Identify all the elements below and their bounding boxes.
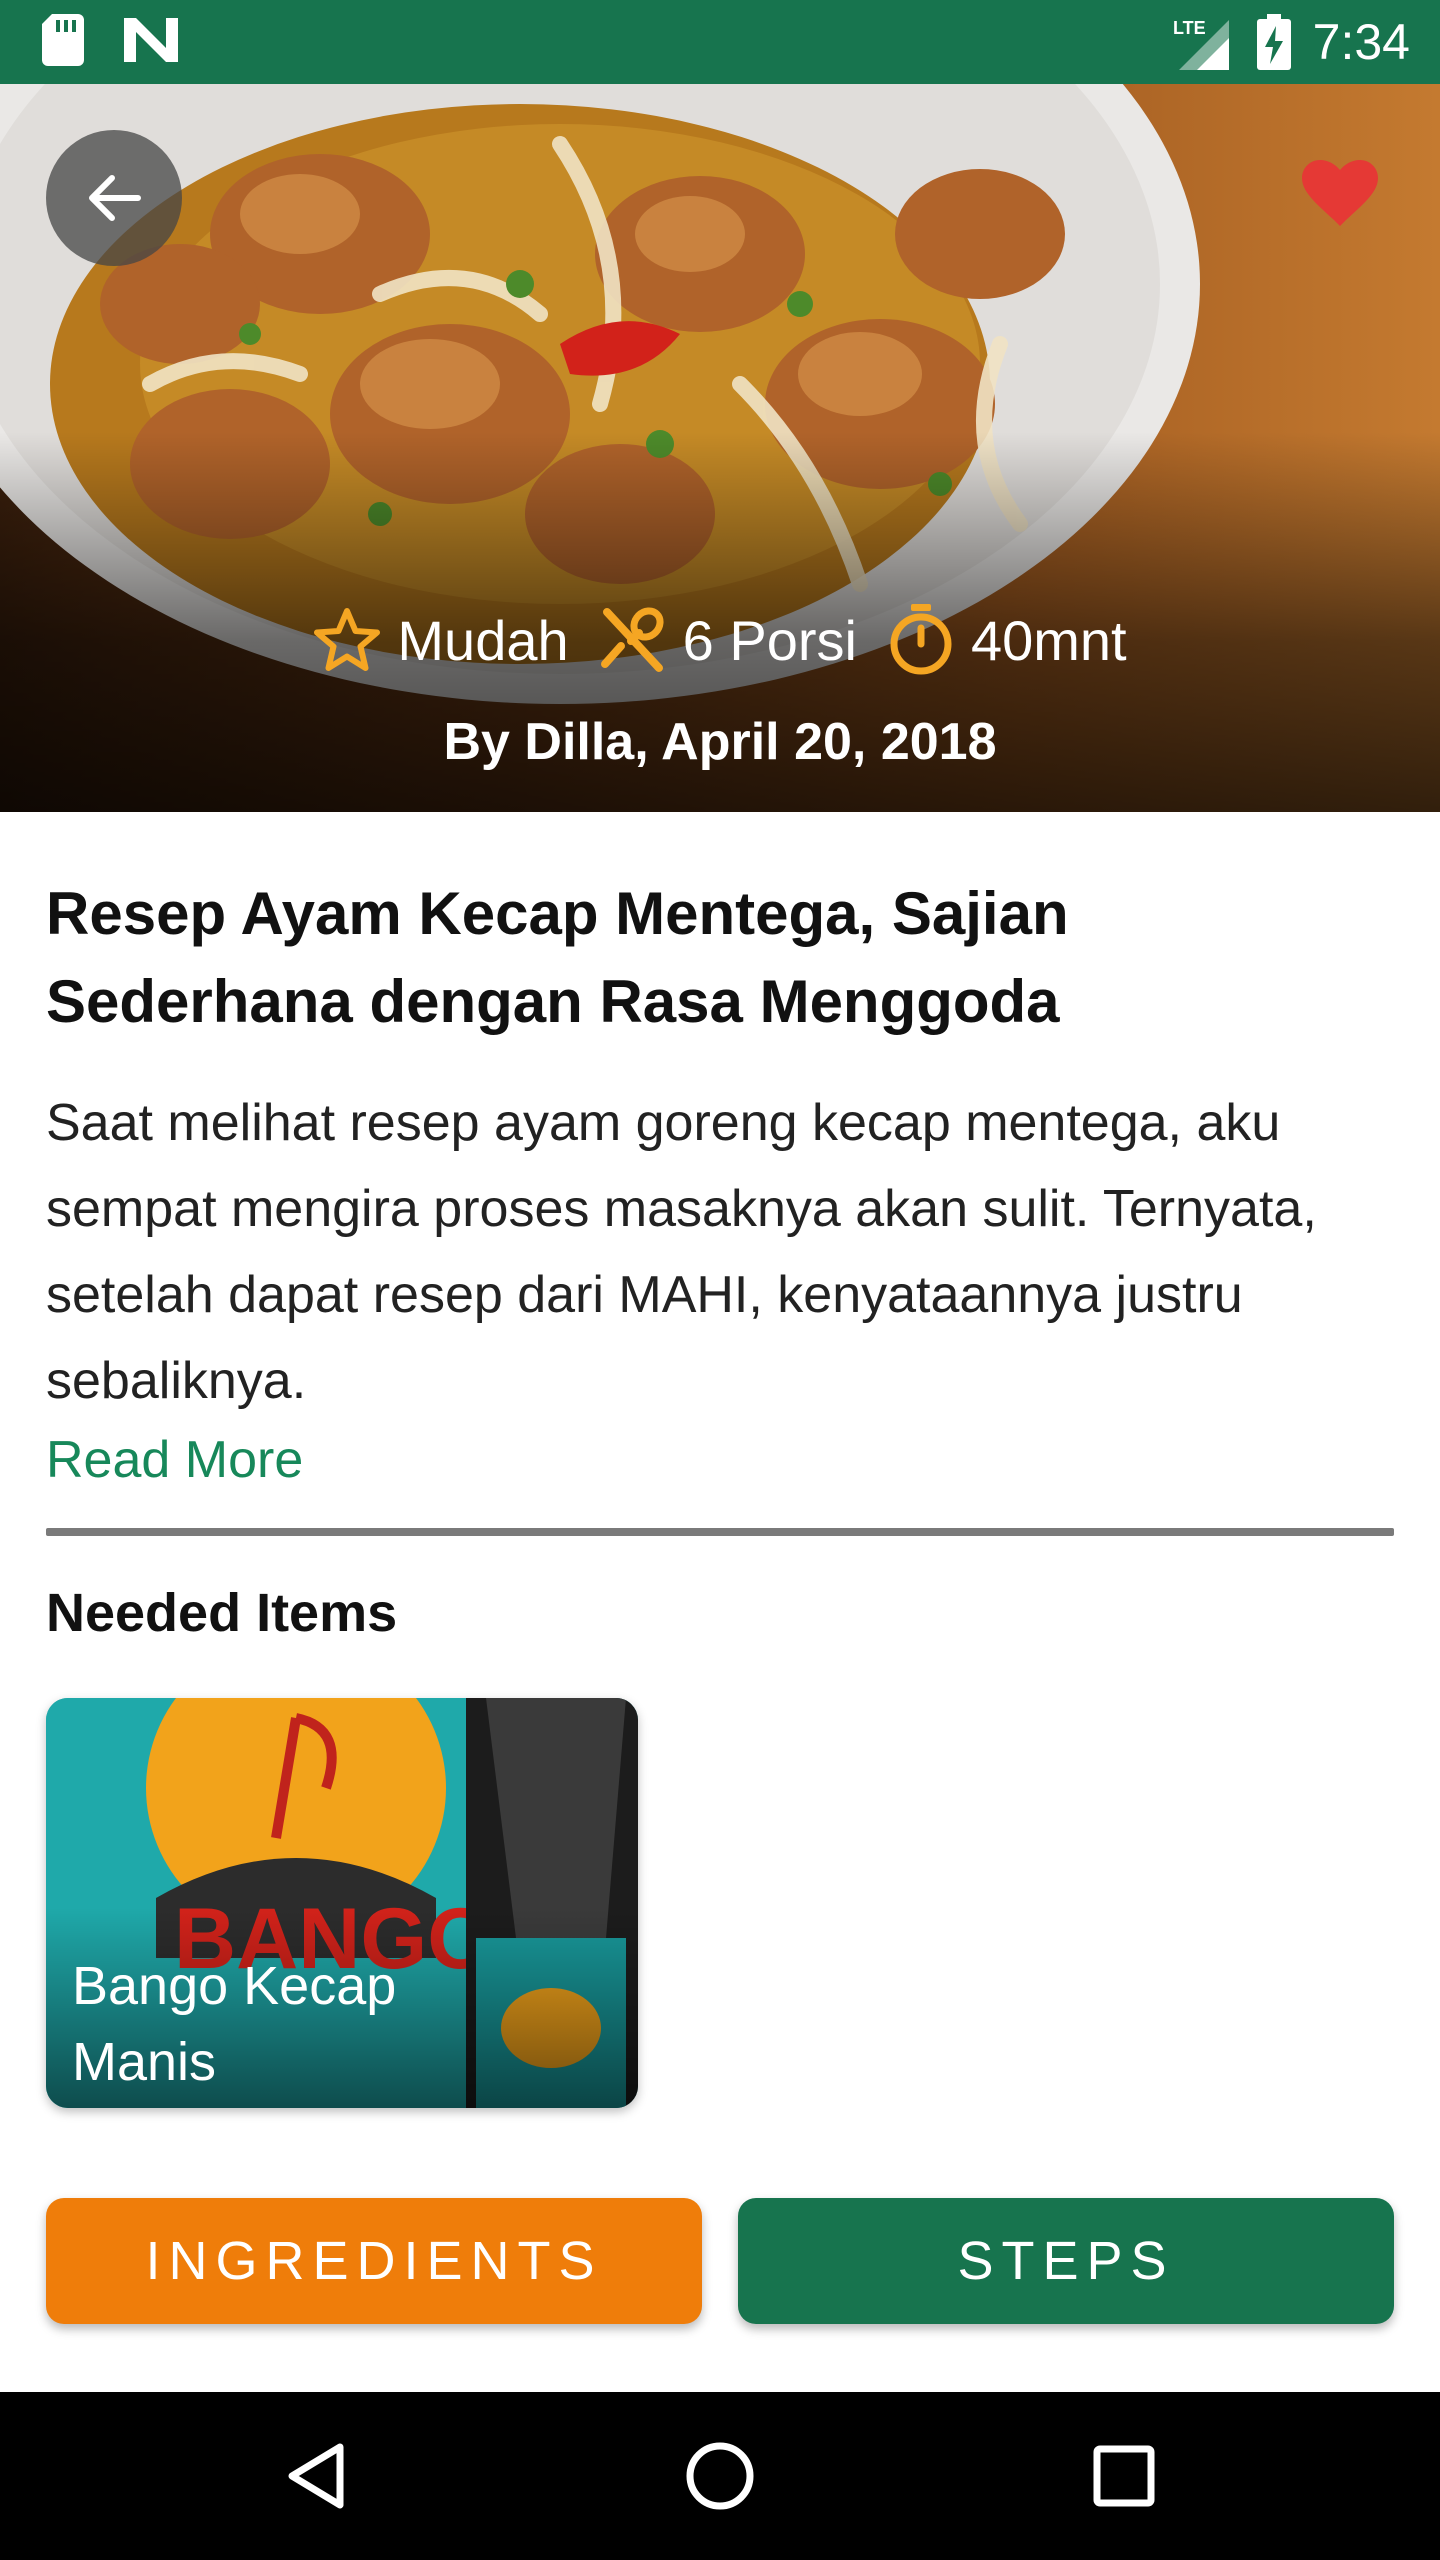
n-notification-icon bbox=[124, 18, 178, 62]
circle-home-icon bbox=[686, 2442, 754, 2510]
nav-home-button[interactable] bbox=[678, 2434, 762, 2518]
difficulty: Mudah bbox=[313, 607, 569, 673]
back-button[interactable] bbox=[46, 130, 182, 266]
svg-text:LTE: LTE bbox=[1173, 18, 1206, 38]
arrow-left-icon bbox=[89, 175, 141, 221]
difficulty-label: Mudah bbox=[397, 608, 569, 672]
nav-recents-button[interactable] bbox=[1082, 2434, 1166, 2518]
square-recents-icon bbox=[1093, 2445, 1155, 2507]
servings-label: 6 Porsi bbox=[682, 608, 857, 672]
cook-time-label: 40mnt bbox=[970, 608, 1127, 672]
needed-item-card[interactable]: BANGO Bango Kecap Manis bbox=[46, 1698, 638, 2108]
steps-button[interactable]: STEPS bbox=[738, 2198, 1394, 2324]
favorite-button[interactable] bbox=[1300, 154, 1380, 234]
section-divider bbox=[46, 1528, 1394, 1536]
status-system: LTE 7:34 bbox=[1173, 10, 1410, 74]
servings: 6 Porsi bbox=[599, 606, 857, 674]
heart-icon bbox=[1302, 160, 1378, 226]
battery-charging-icon bbox=[1256, 14, 1291, 70]
star-icon bbox=[314, 608, 381, 671]
cook-time: 40mnt bbox=[887, 604, 1127, 676]
needed-items-heading: Needed Items bbox=[46, 1583, 398, 1643]
status-bar: LTE 7:34 bbox=[0, 0, 1440, 84]
sd-card-icon bbox=[42, 14, 84, 66]
recipe-title: Resep Ayam Kecap Mentega, Sajian Sederha… bbox=[46, 880, 1069, 1035]
read-more-link[interactable]: Read More bbox=[46, 1424, 303, 1496]
signal-lte-icon: LTE bbox=[1173, 18, 1229, 70]
status-notifications bbox=[42, 14, 178, 66]
triangle-back-icon bbox=[288, 2443, 344, 2509]
timer-icon bbox=[890, 604, 952, 675]
recipe-description: Saat melihat resep ayam goreng kecap men… bbox=[46, 1094, 1317, 1410]
ingredients-button[interactable]: INGREDIENTS bbox=[46, 2198, 702, 2324]
clock: 7:34 bbox=[1312, 14, 1410, 70]
nav-back-button[interactable] bbox=[274, 2434, 358, 2518]
needed-item-name: Bango Kecap Manis bbox=[72, 1956, 397, 2092]
recipe-byline: By Dilla, April 20, 2018 bbox=[443, 713, 997, 771]
recipe-hero-image: Mudah 6 Porsi 40mnt By Dilla, April 20, … bbox=[0, 84, 1440, 812]
recipe-meta: Mudah 6 Porsi 40mnt bbox=[0, 604, 1440, 676]
utensils-icon bbox=[600, 607, 664, 672]
system-navigation-bar bbox=[0, 2392, 1440, 2560]
